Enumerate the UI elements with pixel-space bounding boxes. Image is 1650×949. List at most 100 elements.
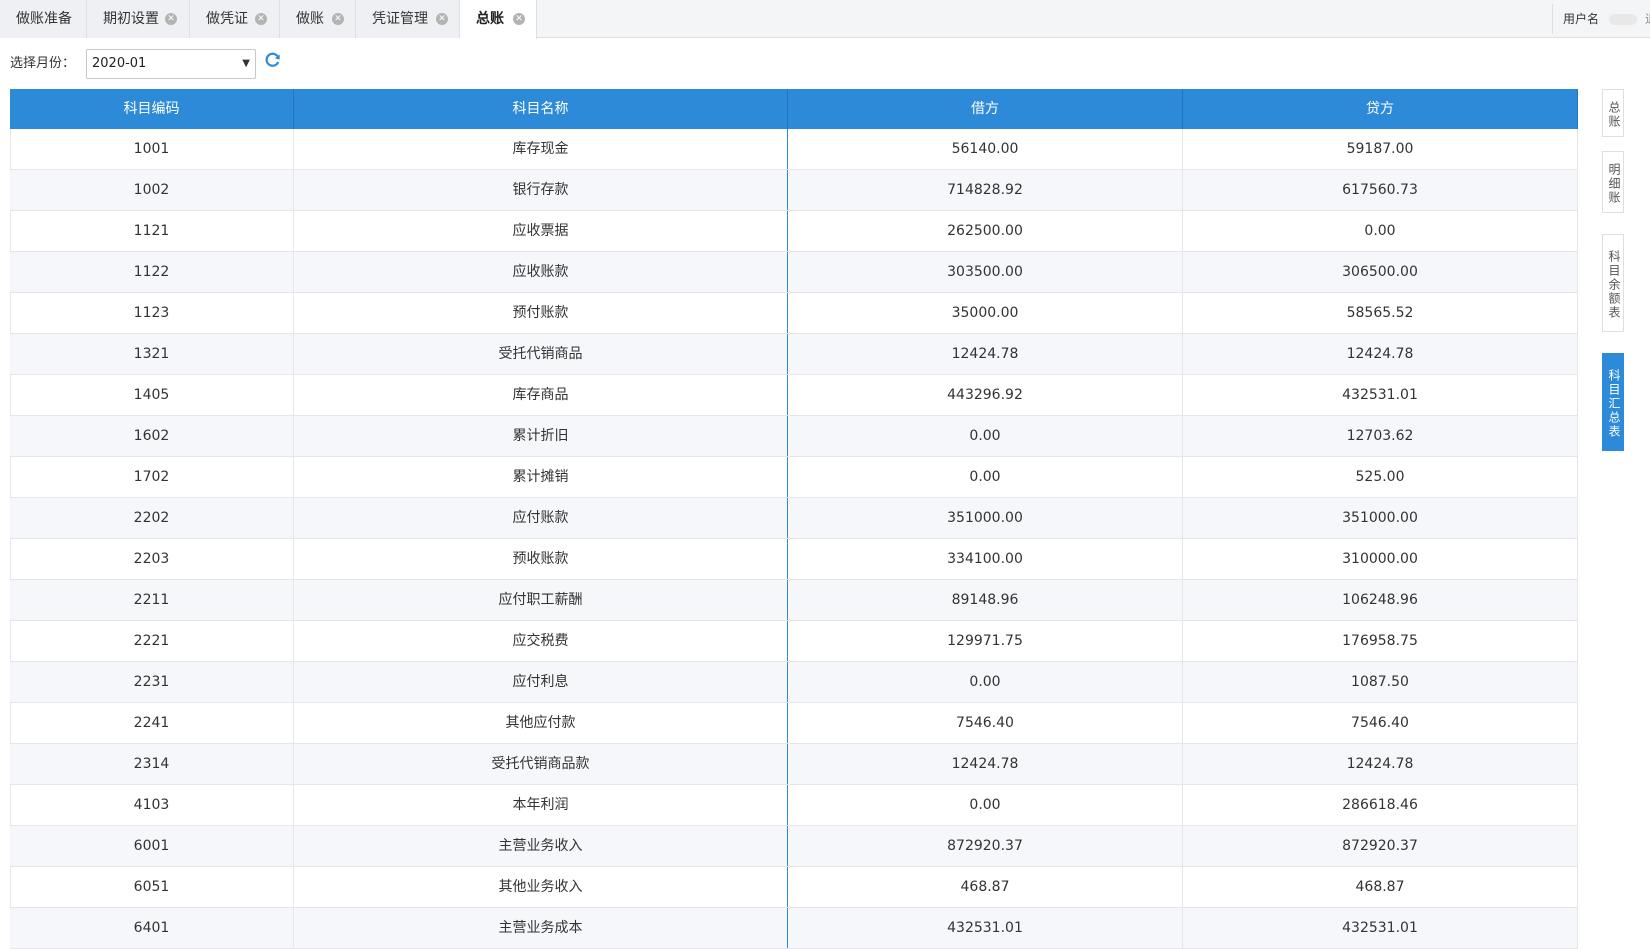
table-body: 1001 库存现金 56140.00 59187.00 1002 银行存款 714828.9… bbox=[10, 129, 1578, 949]
ledger-table: 科目编码 科目名称 借方 贷方 1001 库存现金 56140.00 59187.00… bbox=[10, 89, 1578, 949]
month-select[interactable]: 2020-01 ▼ bbox=[86, 49, 256, 79]
cell-account-code: 2314 bbox=[10, 744, 294, 784]
cell-credit: 432531.01 bbox=[1183, 375, 1578, 415]
table-row[interactable]: 1702 累计摊销 0.00 525.00 bbox=[10, 457, 1578, 498]
cell-debit: 432531.01 bbox=[788, 908, 1183, 948]
table-row[interactable]: 2231 应付利息 0.00 1087.50 bbox=[10, 662, 1578, 703]
cell-account-name: 其他应付款 bbox=[294, 703, 788, 743]
tab-make-voucher[interactable]: 做凭证 ✕ bbox=[190, 0, 280, 38]
cell-account-code: 1001 bbox=[10, 129, 294, 169]
refresh-icon[interactable] bbox=[264, 51, 282, 69]
tab-label: 总账 bbox=[476, 11, 504, 27]
cell-account-code: 2241 bbox=[10, 703, 294, 743]
table-row[interactable]: 6001 主营业务收入 872920.37 872920.37 bbox=[10, 826, 1578, 867]
table-row[interactable]: 2241 其他应付款 7546.40 7546.40 bbox=[10, 703, 1578, 744]
header-account-name[interactable]: 科目名称 bbox=[294, 89, 788, 129]
table-row[interactable]: 1602 累计折旧 0.00 12703.62 bbox=[10, 416, 1578, 457]
table-row[interactable]: 2203 预收账款 334100.00 310000.00 bbox=[10, 539, 1578, 580]
table-row[interactable]: 1405 库存商品 443296.92 432531.01 bbox=[10, 375, 1578, 416]
cell-account-code: 1121 bbox=[10, 211, 294, 251]
table-row[interactable]: 2221 应交税费 129971.75 176958.75 bbox=[10, 621, 1578, 662]
table-row[interactable]: 1123 预付账款 35000.00 58565.52 bbox=[10, 293, 1578, 334]
cell-account-code: 6401 bbox=[10, 908, 294, 948]
table-row[interactable]: 6401 主营业务成本 432531.01 432531.01 bbox=[10, 908, 1578, 949]
cell-credit: 310000.00 bbox=[1183, 539, 1578, 579]
side-tab-detail-ledger[interactable]: 明细账 bbox=[1602, 151, 1624, 213]
tab-label: 凭证管理 bbox=[372, 11, 428, 27]
cell-account-code: 1702 bbox=[10, 457, 294, 497]
table-row[interactable]: 1001 库存现金 56140.00 59187.00 bbox=[10, 129, 1578, 170]
table-row[interactable]: 1121 应收票据 262500.00 0.00 bbox=[10, 211, 1578, 252]
cell-account-name: 应交税费 bbox=[294, 621, 788, 661]
cell-credit: 7546.40 bbox=[1183, 703, 1578, 743]
cell-debit: 129971.75 bbox=[788, 621, 1183, 661]
cell-account-name: 应付职工薪酬 bbox=[294, 580, 788, 620]
side-tab-account-balance[interactable]: 科目余额表 bbox=[1602, 234, 1624, 332]
logout-link[interactable]: 退 bbox=[1645, 4, 1650, 34]
close-icon[interactable]: ✕ bbox=[255, 13, 267, 25]
cell-debit: 0.00 bbox=[788, 785, 1183, 825]
table-row[interactable]: 6051 其他业务收入 468.87 468.87 bbox=[10, 867, 1578, 908]
tab-bookkeeping[interactable]: 做账 ✕ bbox=[280, 0, 356, 38]
cell-debit: 7546.40 bbox=[788, 703, 1183, 743]
table-row[interactable]: 1321 受托代销商品 12424.78 12424.78 bbox=[10, 334, 1578, 375]
cell-account-code: 1122 bbox=[10, 252, 294, 292]
cell-account-code: 1321 bbox=[10, 334, 294, 374]
cell-account-code: 1123 bbox=[10, 293, 294, 333]
header-debit[interactable]: 借方 bbox=[788, 89, 1183, 129]
month-label: 选择月份： bbox=[10, 56, 76, 71]
tab-label: 做凭证 bbox=[206, 11, 248, 27]
side-tab-account-summary[interactable]: 科目汇总表 bbox=[1602, 353, 1624, 451]
cell-debit: 262500.00 bbox=[788, 211, 1183, 251]
cell-account-code: 2221 bbox=[10, 621, 294, 661]
close-icon[interactable]: ✕ bbox=[436, 13, 448, 25]
tab-general-ledger[interactable]: 总账 ✕ bbox=[460, 0, 537, 39]
tab-prepare[interactable]: 做账准备 bbox=[0, 0, 87, 38]
cell-account-name: 本年利润 bbox=[294, 785, 788, 825]
cell-debit: 0.00 bbox=[788, 662, 1183, 702]
tab-voucher-management[interactable]: 凭证管理 ✕ bbox=[356, 0, 460, 38]
tab-label: 期初设置 bbox=[103, 11, 159, 27]
table-row[interactable]: 1002 银行存款 714828.92 617560.73 bbox=[10, 170, 1578, 211]
tab-label: 做账 bbox=[296, 11, 324, 27]
cell-debit: 334100.00 bbox=[788, 539, 1183, 579]
cell-debit: 303500.00 bbox=[788, 252, 1183, 292]
side-tab-general-ledger[interactable]: 总账 bbox=[1602, 89, 1624, 137]
table-header: 科目编码 科目名称 借方 贷方 bbox=[10, 89, 1578, 129]
cell-account-name: 受托代销商品 bbox=[294, 334, 788, 374]
cell-credit: 432531.01 bbox=[1183, 908, 1578, 948]
cell-account-name: 应收账款 bbox=[294, 252, 788, 292]
close-icon[interactable]: ✕ bbox=[165, 13, 177, 25]
tab-initial-settings[interactable]: 期初设置 ✕ bbox=[87, 0, 190, 38]
cell-debit: 468.87 bbox=[788, 867, 1183, 907]
close-icon[interactable]: ✕ bbox=[513, 13, 525, 25]
table-row[interactable]: 4103 本年利润 0.00 286618.46 bbox=[10, 785, 1578, 826]
cell-credit: 106248.96 bbox=[1183, 580, 1578, 620]
cell-account-name: 主营业务收入 bbox=[294, 826, 788, 866]
cell-credit: 286618.46 bbox=[1183, 785, 1578, 825]
cell-credit: 872920.37 bbox=[1183, 826, 1578, 866]
cell-debit: 0.00 bbox=[788, 457, 1183, 497]
cell-account-name: 主营业务成本 bbox=[294, 908, 788, 948]
table-row[interactable]: 2314 受托代销商品款 12424.78 12424.78 bbox=[10, 744, 1578, 785]
close-icon[interactable]: ✕ bbox=[332, 13, 344, 25]
header-account-code[interactable]: 科目编码 bbox=[10, 89, 294, 129]
cell-account-code: 6001 bbox=[10, 826, 294, 866]
cell-debit: 714828.92 bbox=[788, 170, 1183, 210]
cell-account-name: 应付利息 bbox=[294, 662, 788, 702]
cell-account-code: 2211 bbox=[10, 580, 294, 620]
cell-account-name: 应付账款 bbox=[294, 498, 788, 538]
table-row[interactable]: 1122 应收账款 303500.00 306500.00 bbox=[10, 252, 1578, 293]
header-credit[interactable]: 贷方 bbox=[1183, 89, 1578, 129]
cell-account-code: 1405 bbox=[10, 375, 294, 415]
user-area[interactable]: 用户名 退 bbox=[1552, 4, 1650, 34]
cell-credit: 468.87 bbox=[1183, 867, 1578, 907]
cell-account-name: 累计摊销 bbox=[294, 457, 788, 497]
cell-account-name: 其他业务收入 bbox=[294, 867, 788, 907]
cell-account-code: 1602 bbox=[10, 416, 294, 456]
cell-account-name: 应收票据 bbox=[294, 211, 788, 251]
cell-account-name: 银行存款 bbox=[294, 170, 788, 210]
table-row[interactable]: 2211 应付职工薪酬 89148.96 106248.96 bbox=[10, 580, 1578, 621]
table-row[interactable]: 2202 应付账款 351000.00 351000.00 bbox=[10, 498, 1578, 539]
username-label: 用户名 bbox=[1563, 12, 1600, 26]
